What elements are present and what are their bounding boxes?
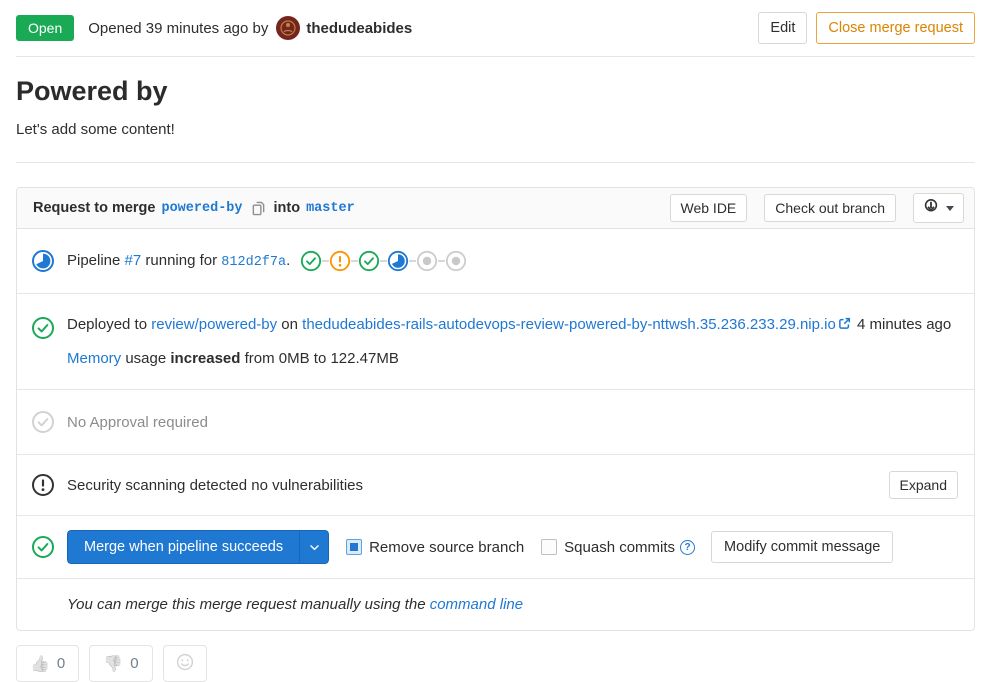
- description-divider: [16, 162, 975, 163]
- modify-commit-message-button[interactable]: Modify commit message: [711, 531, 893, 563]
- thumbs-down-icon: 👎: [103, 654, 123, 674]
- widget-header-actions: Web IDE Check out branch: [670, 193, 965, 223]
- squash-commits-option[interactable]: Squash commits: [541, 539, 675, 556]
- page-title: Powered by: [16, 76, 975, 107]
- manual-merge-footer: You can merge this merge request manuall…: [17, 579, 974, 630]
- stage-created-icon[interactable]: [445, 250, 467, 272]
- remove-source-branch-option[interactable]: Remove source branch: [346, 539, 524, 556]
- memory-usage-line: Memory usage increased from 0MB to 122.4…: [67, 350, 951, 367]
- stage-success-icon[interactable]: [300, 250, 322, 272]
- edit-button[interactable]: Edit: [758, 12, 807, 44]
- remove-source-branch-checkbox[interactable]: [346, 539, 362, 555]
- pipeline-running-status-icon: [31, 249, 55, 273]
- pipeline-label: Pipeline: [67, 252, 120, 269]
- mr-widget-header: Request to merge powered-by into master …: [17, 188, 974, 229]
- download-icon: [923, 198, 939, 218]
- security-alert-icon: [31, 473, 55, 497]
- status-badge: Open: [16, 15, 74, 41]
- pipeline-text: Pipeline #7 running for 812d2f7a.: [67, 252, 290, 270]
- thumbs-down-button[interactable]: 👎 0: [89, 645, 152, 682]
- caret-down-icon: [946, 206, 954, 211]
- stage-warning-icon[interactable]: [329, 250, 351, 272]
- memory-link[interactable]: Memory: [67, 350, 121, 367]
- download-artifacts-dropdown-button[interactable]: [913, 193, 964, 223]
- remove-source-branch-label: Remove source branch: [369, 539, 524, 556]
- author-avatar[interactable]: [276, 16, 300, 40]
- stage-connector: [322, 260, 329, 262]
- memory-increased-label: increased: [170, 350, 240, 367]
- thumbs-up-button[interactable]: 👍 0: [16, 645, 79, 682]
- deploy-line: Deployed to review/powered-by on thedude…: [67, 316, 951, 333]
- stage-connector: [438, 260, 445, 262]
- external-link-icon[interactable]: [838, 317, 851, 330]
- deploy-content: Deployed to review/powered-by on thedude…: [67, 316, 951, 367]
- deploy-on-label: on: [281, 316, 298, 333]
- deployed-to-label: Deployed to: [67, 316, 147, 333]
- stage-success-icon[interactable]: [358, 250, 380, 272]
- merge-row: Merge when pipeline succeeds Remove sour…: [17, 516, 974, 579]
- award-emoji-bar: 👍 0 👎 0: [16, 645, 975, 682]
- squash-help-icon[interactable]: ?: [680, 540, 695, 555]
- pipeline-mini-graph: [300, 250, 467, 272]
- copy-branch-icon[interactable]: [251, 201, 266, 216]
- merge-when-pipeline-succeeds-button[interactable]: Merge when pipeline succeeds: [67, 530, 299, 564]
- stage-created-icon[interactable]: [416, 250, 438, 272]
- squash-commits-checkbox[interactable]: [541, 539, 557, 555]
- into-label: into: [274, 200, 301, 216]
- memory-mid-label: usage: [125, 350, 166, 367]
- stage-connector: [351, 260, 358, 262]
- pipeline-number-link[interactable]: #7: [125, 252, 142, 269]
- pipeline-suffix: .: [286, 252, 290, 269]
- deploy-success-icon: [31, 316, 55, 340]
- thumbs-up-icon: 👍: [30, 654, 50, 674]
- merge-button-group: Merge when pipeline succeeds: [67, 530, 329, 564]
- opened-text: Opened 39 minutes ago by: [88, 20, 268, 37]
- review-app-url-link[interactable]: thedudeabides-rails-autodevops-review-po…: [302, 316, 836, 333]
- stage-running-icon[interactable]: [387, 250, 409, 272]
- stage-connector: [409, 260, 416, 262]
- web-ide-button[interactable]: Web IDE: [670, 194, 748, 222]
- deploy-row: Deployed to review/powered-by on thedude…: [17, 294, 974, 390]
- close-merge-request-button[interactable]: Close merge request: [816, 12, 975, 44]
- deploy-time-ago: 4 minutes ago: [857, 316, 951, 333]
- approval-row: No Approval required: [17, 390, 974, 455]
- merge-info: Request to merge powered-by into master: [33, 200, 355, 216]
- merge-options-dropdown-button[interactable]: [299, 530, 329, 564]
- manual-merge-text: You can merge this merge request manuall…: [67, 596, 426, 613]
- add-reaction-button[interactable]: [163, 645, 207, 682]
- mr-description: Let's add some content!: [16, 121, 975, 138]
- mr-state-header: Open Opened 39 minutes ago by thedudeabi…: [16, 0, 975, 56]
- thumbs-up-count: 0: [57, 655, 65, 672]
- security-row: Security scanning detected no vulnerabil…: [17, 455, 974, 516]
- merge-ready-icon: [31, 535, 55, 559]
- smiley-icon: [176, 653, 194, 674]
- squash-commits-label: Squash commits: [564, 539, 675, 556]
- mr-widget: Request to merge powered-by into master …: [16, 187, 975, 631]
- header-divider: [16, 56, 975, 57]
- target-branch-link[interactable]: master: [306, 201, 355, 216]
- command-line-link[interactable]: command line: [430, 596, 523, 613]
- checkbox-check-mark: [350, 543, 358, 551]
- expand-security-button[interactable]: Expand: [889, 471, 958, 499]
- memory-rest-label: from 0MB to 122.47MB: [245, 350, 399, 367]
- source-branch-link[interactable]: powered-by: [161, 201, 242, 216]
- approval-text: No Approval required: [67, 414, 208, 431]
- approval-neutral-check-icon: [31, 410, 55, 434]
- security-text: Security scanning detected no vulnerabil…: [67, 477, 363, 494]
- request-to-merge-label: Request to merge: [33, 200, 155, 216]
- pipeline-row: Pipeline #7 running for 812d2f7a.: [17, 229, 974, 294]
- author-name[interactable]: thedudeabides: [306, 20, 412, 37]
- merge-request-page: Open Opened 39 minutes ago by thedudeabi…: [0, 0, 997, 682]
- thumbs-down-count: 0: [130, 655, 138, 672]
- pipeline-middle-label: running for: [145, 252, 217, 269]
- checkout-branch-button[interactable]: Check out branch: [764, 194, 896, 222]
- stage-connector: [380, 260, 387, 262]
- environment-link[interactable]: review/powered-by: [151, 316, 277, 333]
- commit-sha-link[interactable]: 812d2f7a: [221, 255, 286, 270]
